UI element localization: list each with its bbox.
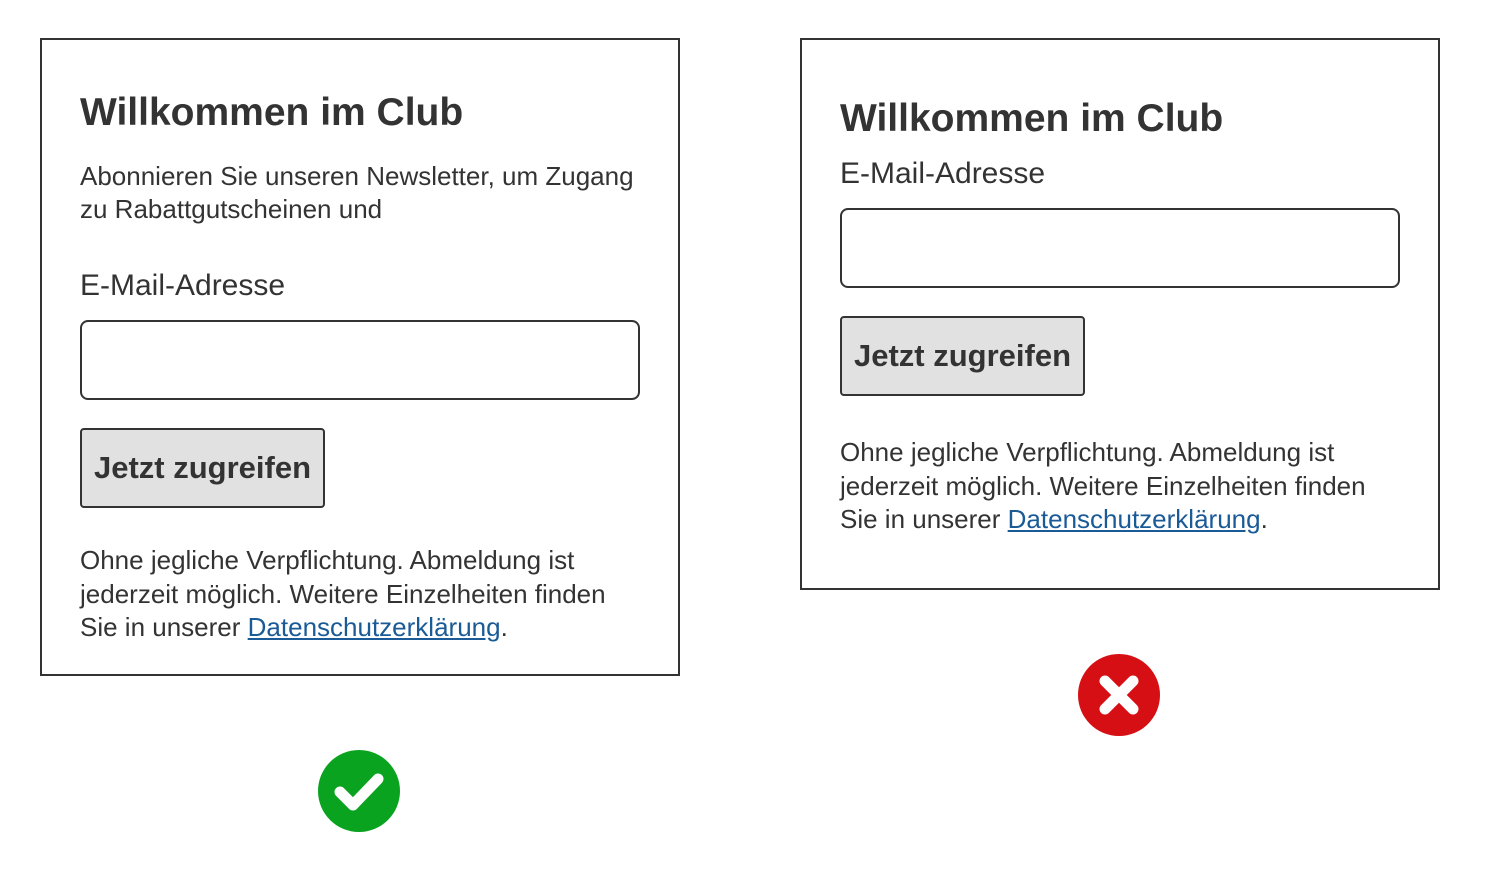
privacy-note-end: .: [1260, 504, 1268, 534]
email-label: E-Mail-Adresse: [80, 269, 286, 302]
privacy-note: Ohne jegliche Verpflichtung. Abmeldung i…: [80, 544, 640, 645]
privacy-policy-link[interactable]: Datenschutzerklärung: [248, 612, 501, 642]
email-field[interactable]: [80, 320, 640, 400]
privacy-note: Ohne jegliche Verpflichtung. Abmeldung i…: [840, 436, 1400, 537]
newsletter-card-bad: Willkommen im Club E-Mail-Adresse Jetzt …: [800, 38, 1440, 590]
cross-icon: [1078, 654, 1160, 736]
newsletter-card-good: Willkommen im Club Abonnieren Sie unsere…: [40, 38, 680, 676]
card-title: Willkommen im Club: [80, 91, 464, 134]
checkmark-icon: [318, 750, 400, 832]
email-field[interactable]: [840, 208, 1400, 288]
privacy-note-end: .: [500, 612, 508, 642]
email-label: E-Mail-Adresse: [840, 157, 1046, 190]
privacy-policy-link[interactable]: Datenschutzerklärung: [1008, 504, 1261, 534]
newsletter-intro-text: Abonnieren Sie unseren Newsletter, um Zu…: [80, 161, 634, 224]
submit-button[interactable]: Jetzt zugreifen: [840, 316, 1086, 396]
submit-button[interactable]: Jetzt zugreifen: [80, 428, 326, 508]
card-title: Willkommen im Club: [840, 97, 1224, 140]
